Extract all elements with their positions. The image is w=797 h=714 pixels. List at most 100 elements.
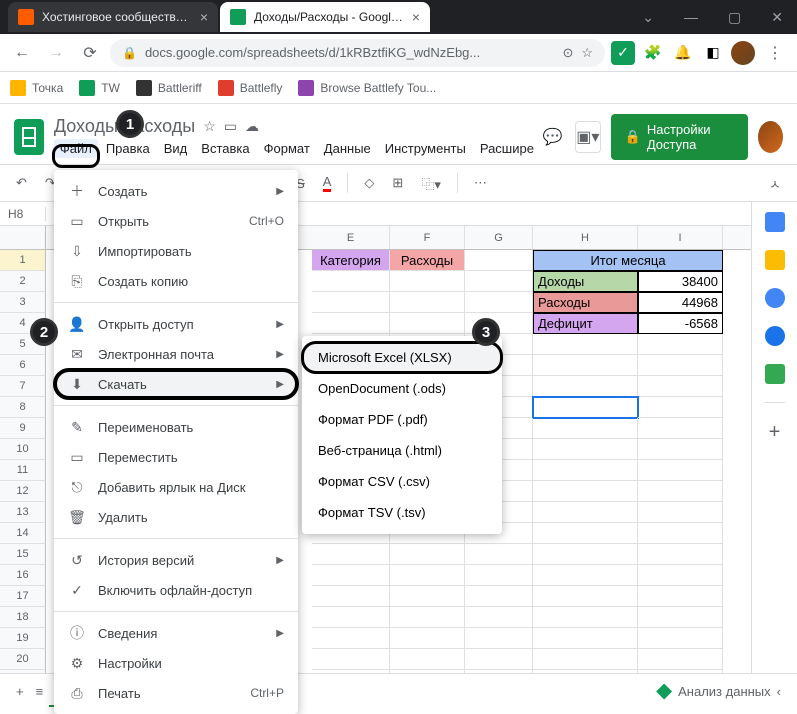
row-header[interactable]: 6 — [0, 355, 46, 376]
cell[interactable] — [638, 376, 723, 397]
row-header[interactable]: 20 — [0, 649, 46, 670]
url-input[interactable]: 🔒 docs.google.com/spreadsheets/d/1kRBztf… — [110, 39, 605, 67]
cell[interactable] — [312, 313, 390, 334]
cell[interactable] — [533, 439, 638, 460]
more-toolbar-button[interactable]: ⋯ — [468, 171, 493, 195]
cell[interactable] — [638, 565, 723, 586]
cell[interactable] — [533, 334, 638, 355]
cell[interactable] — [312, 649, 390, 670]
cell[interactable] — [390, 586, 465, 607]
row-header[interactable]: 9 — [0, 418, 46, 439]
row-header[interactable]: 2 — [0, 271, 46, 292]
download-format-item[interactable]: Веб-страница (.html) — [302, 435, 502, 466]
side-panel-toggle[interactable]: ‹ — [771, 680, 787, 703]
file-menu-item[interactable]: ⚙Настройки — [54, 648, 298, 678]
cell[interactable]: -6568 — [638, 313, 723, 334]
cell[interactable] — [533, 565, 638, 586]
cell[interactable] — [638, 418, 723, 439]
star-url-icon[interactable]: ☆ — [581, 45, 593, 61]
browser-tab[interactable]: Хостинговое сообщество «Time × — [8, 2, 218, 32]
row-header[interactable]: 15 — [0, 544, 46, 565]
file-menu-item[interactable]: 👤Открыть доступ▶ — [54, 309, 298, 339]
file-menu-item[interactable]: ⬇Скачать▶ — [54, 369, 298, 399]
cell[interactable] — [638, 397, 723, 418]
account-avatar[interactable] — [758, 121, 783, 153]
undo-button[interactable]: ↶ — [10, 171, 33, 195]
menu-edit[interactable]: Правка — [100, 139, 156, 158]
row-header[interactable]: 12 — [0, 481, 46, 502]
cell[interactable] — [533, 586, 638, 607]
cell[interactable] — [465, 565, 533, 586]
download-format-item[interactable]: Формат TSV (.tsv) — [302, 497, 502, 528]
cell[interactable]: Дефицит — [533, 313, 638, 334]
cell[interactable] — [390, 292, 465, 313]
cell[interactable] — [638, 460, 723, 481]
move-folder-icon[interactable]: ▭ — [224, 118, 237, 135]
cell[interactable] — [465, 271, 533, 292]
merge-button[interactable]: ⿻▾ — [415, 170, 447, 197]
cell[interactable] — [638, 628, 723, 649]
extension-icon[interactable]: ✓ — [611, 41, 635, 65]
cell[interactable] — [465, 586, 533, 607]
menu-icon[interactable]: ⋮ — [761, 39, 789, 67]
cell[interactable] — [465, 607, 533, 628]
cell[interactable] — [638, 586, 723, 607]
bookmark-item[interactable]: Battlefly — [218, 80, 283, 96]
cell[interactable] — [390, 628, 465, 649]
cell[interactable] — [390, 649, 465, 670]
row-header[interactable]: 8 — [0, 397, 46, 418]
file-menu-item[interactable]: ✉Электронная почта▶ — [54, 339, 298, 369]
cell[interactable] — [390, 670, 465, 673]
menu-view[interactable]: Вид — [158, 139, 194, 158]
cell[interactable] — [390, 607, 465, 628]
tasks-icon[interactable] — [765, 288, 785, 308]
cell[interactable] — [638, 649, 723, 670]
cell[interactable] — [312, 292, 390, 313]
keep-icon[interactable] — [765, 250, 785, 270]
cell[interactable] — [312, 628, 390, 649]
file-menu-item[interactable]: 🗑Удалить — [54, 502, 298, 532]
maps-icon[interactable] — [765, 364, 785, 384]
cell[interactable] — [533, 376, 638, 397]
cell[interactable] — [533, 481, 638, 502]
browser-tab-active[interactable]: Доходы/Расходы - Google Табл × — [220, 2, 430, 32]
comments-icon[interactable]: 💬 — [540, 121, 565, 153]
sheets-logo-icon[interactable] — [14, 119, 44, 155]
row-header[interactable]: 11 — [0, 460, 46, 481]
meet-icon[interactable]: ▣▾ — [575, 121, 601, 153]
cell[interactable] — [390, 271, 465, 292]
puzzle-icon[interactable]: 🧩 — [641, 41, 665, 65]
row-header[interactable]: 10 — [0, 439, 46, 460]
extension-icon[interactable]: ◧ — [701, 41, 725, 65]
download-format-item[interactable]: Формат PDF (.pdf) — [302, 404, 502, 435]
menu-tools[interactable]: Инструменты — [379, 139, 472, 158]
download-format-item[interactable]: OpenDocument (.ods) — [302, 373, 502, 404]
text-color-button[interactable]: A — [317, 170, 338, 196]
cell[interactable] — [312, 544, 390, 565]
cell[interactable] — [533, 355, 638, 376]
contacts-icon[interactable] — [765, 326, 785, 346]
file-menu-item[interactable]: ⎋Добавить ярлык на Диск — [54, 472, 298, 502]
bookmark-item[interactable]: Battleriff — [136, 80, 202, 96]
cell[interactable] — [533, 607, 638, 628]
cell[interactable] — [533, 628, 638, 649]
cell[interactable] — [638, 544, 723, 565]
cell[interactable]: Итог месяца — [533, 250, 723, 271]
close-icon[interactable]: × — [412, 9, 420, 25]
file-menu-item[interactable]: ＋Создать▶ — [54, 176, 298, 206]
cell[interactable] — [533, 523, 638, 544]
cell[interactable] — [533, 418, 638, 439]
file-menu-item[interactable]: ✓Включить офлайн-доступ — [54, 575, 298, 605]
col-header[interactable]: E — [312, 226, 390, 249]
cell[interactable] — [312, 565, 390, 586]
row-header[interactable]: 19 — [0, 628, 46, 649]
menu-insert[interactable]: Вставка — [195, 139, 255, 158]
cell[interactable] — [465, 670, 533, 673]
cell[interactable]: 38400 — [638, 271, 723, 292]
bookmark-item[interactable]: Точка — [10, 80, 63, 96]
file-menu-item[interactable]: ▭Переместить — [54, 442, 298, 472]
share-button[interactable]: 🔒 Настройки Доступа — [611, 114, 748, 160]
row-header[interactable]: 14 — [0, 523, 46, 544]
add-sheet-button[interactable]: + — [10, 680, 30, 703]
file-menu-item[interactable]: ⎙ПечатьCtrl+P — [54, 678, 298, 708]
